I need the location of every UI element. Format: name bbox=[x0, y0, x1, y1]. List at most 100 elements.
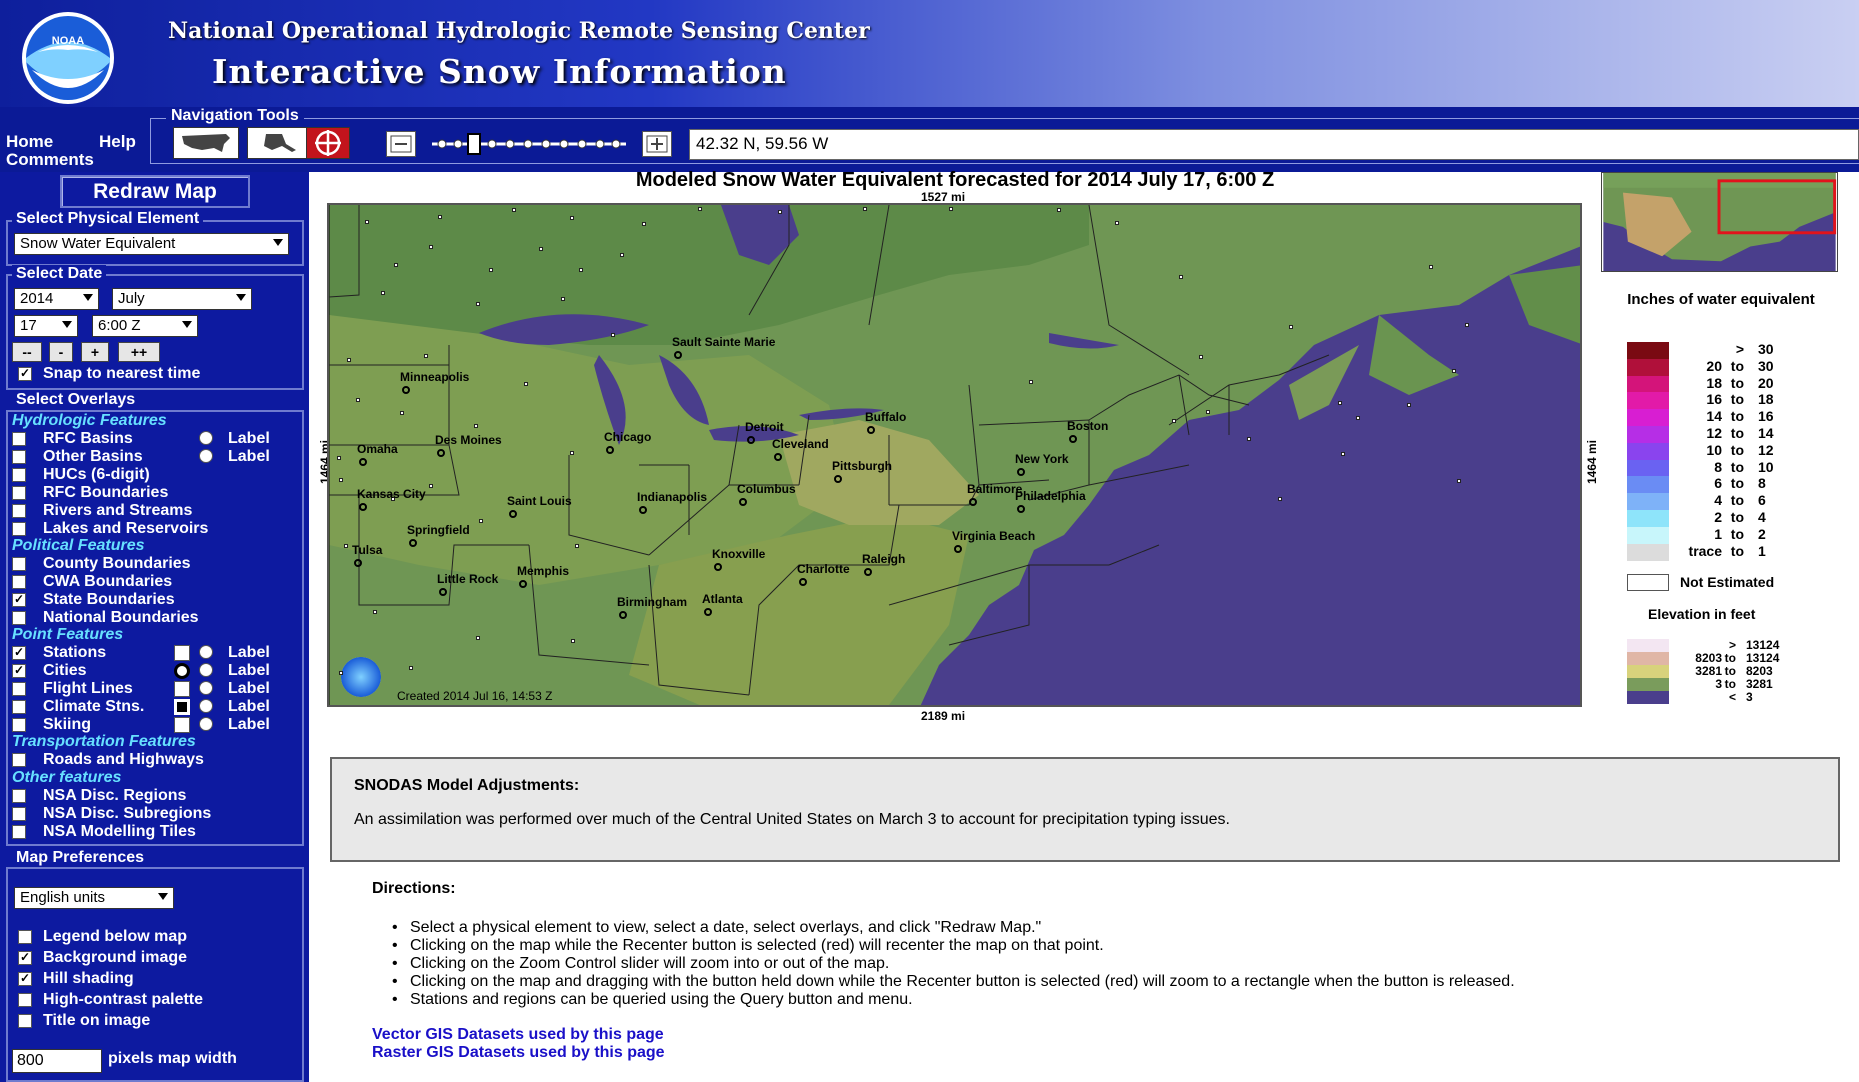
station-marker[interactable] bbox=[1029, 380, 1033, 384]
station-marker[interactable] bbox=[429, 245, 433, 249]
station-marker[interactable] bbox=[949, 207, 953, 211]
date-back-button[interactable]: - bbox=[49, 342, 73, 362]
city-marker[interactable] bbox=[774, 453, 782, 461]
raster-gis-link[interactable]: Raster GIS Datasets used by this page bbox=[372, 1044, 665, 1062]
station-marker[interactable] bbox=[1179, 275, 1183, 279]
station-marker[interactable] bbox=[1115, 221, 1119, 225]
city-marker[interactable] bbox=[799, 578, 807, 586]
station-marker[interactable] bbox=[373, 610, 377, 614]
national-boundaries-checkbox[interactable] bbox=[12, 611, 26, 625]
city-marker[interactable] bbox=[1017, 505, 1025, 513]
station-marker[interactable] bbox=[561, 297, 565, 301]
climate-stations-label-radio[interactable] bbox=[199, 699, 213, 713]
station-marker[interactable] bbox=[571, 639, 575, 643]
zoom-in-button[interactable] bbox=[642, 131, 672, 157]
rfc-basins-checkbox[interactable] bbox=[12, 432, 26, 446]
nsa-regions-checkbox[interactable] bbox=[12, 789, 26, 803]
alaska-view-button[interactable] bbox=[247, 127, 313, 159]
station-marker[interactable] bbox=[1452, 369, 1456, 373]
flight-lines-label-radio[interactable] bbox=[199, 681, 213, 695]
station-marker[interactable] bbox=[344, 544, 348, 548]
city-marker[interactable] bbox=[739, 498, 747, 506]
station-marker[interactable] bbox=[1341, 452, 1345, 456]
station-marker[interactable] bbox=[381, 291, 385, 295]
station-marker[interactable] bbox=[512, 208, 516, 212]
city-marker[interactable] bbox=[834, 475, 842, 483]
locator-inset-map[interactable] bbox=[1601, 172, 1838, 272]
city-marker[interactable] bbox=[969, 498, 977, 506]
station-marker[interactable] bbox=[579, 268, 583, 272]
station-marker[interactable] bbox=[1172, 419, 1176, 423]
nsa-subregions-checkbox[interactable] bbox=[12, 807, 26, 821]
station-marker[interactable] bbox=[1429, 265, 1433, 269]
city-marker[interactable] bbox=[864, 568, 872, 576]
station-marker[interactable] bbox=[698, 207, 702, 211]
station-marker[interactable] bbox=[1338, 401, 1342, 405]
roads-checkbox[interactable] bbox=[12, 753, 26, 767]
station-marker[interactable] bbox=[1057, 208, 1061, 212]
city-marker[interactable] bbox=[954, 545, 962, 553]
station-marker[interactable] bbox=[347, 358, 351, 362]
skiing-checkbox[interactable] bbox=[12, 718, 26, 732]
nsa-tiles-checkbox[interactable] bbox=[12, 825, 26, 839]
legend-below-map-checkbox[interactable] bbox=[18, 930, 32, 944]
city-marker[interactable] bbox=[674, 351, 682, 359]
redraw-map-button[interactable]: Redraw Map bbox=[60, 175, 250, 208]
city-marker[interactable] bbox=[606, 446, 614, 454]
station-marker[interactable] bbox=[409, 666, 413, 670]
station-marker[interactable] bbox=[337, 456, 341, 460]
station-marker[interactable] bbox=[476, 636, 480, 640]
year-select[interactable]: 2014 bbox=[14, 288, 99, 310]
hucs-checkbox[interactable] bbox=[12, 468, 26, 482]
cities-label-radio[interactable] bbox=[199, 663, 213, 677]
zoom-slider[interactable] bbox=[428, 131, 630, 157]
recenter-button[interactable] bbox=[306, 127, 350, 159]
station-marker[interactable] bbox=[429, 484, 433, 488]
station-marker[interactable] bbox=[394, 263, 398, 267]
city-marker[interactable] bbox=[409, 539, 417, 547]
station-marker[interactable] bbox=[1289, 325, 1293, 329]
city-marker[interactable] bbox=[639, 506, 647, 514]
station-marker[interactable] bbox=[1407, 403, 1411, 407]
nav-comments-link[interactable]: Comments bbox=[6, 150, 94, 170]
city-marker[interactable] bbox=[509, 510, 517, 518]
cwa-boundaries-checkbox[interactable] bbox=[12, 575, 26, 589]
rfc-boundaries-checkbox[interactable] bbox=[12, 486, 26, 500]
city-marker[interactable] bbox=[1069, 435, 1077, 443]
rfc-basins-label-radio[interactable] bbox=[199, 431, 213, 445]
snap-checkbox[interactable]: ✓ bbox=[18, 367, 32, 381]
station-marker[interactable] bbox=[524, 382, 528, 386]
date-back-far-button[interactable]: -- bbox=[12, 342, 42, 362]
city-marker[interactable] bbox=[1017, 468, 1025, 476]
month-select[interactable]: July bbox=[112, 288, 252, 310]
city-marker[interactable] bbox=[439, 588, 447, 596]
other-basins-label-radio[interactable] bbox=[199, 449, 213, 463]
station-marker[interactable] bbox=[339, 478, 343, 482]
station-marker[interactable] bbox=[575, 544, 579, 548]
city-marker[interactable] bbox=[704, 608, 712, 616]
station-marker[interactable] bbox=[778, 210, 782, 214]
station-marker[interactable] bbox=[1457, 479, 1461, 483]
station-marker[interactable] bbox=[620, 253, 624, 257]
city-marker[interactable] bbox=[714, 563, 722, 571]
background-image-checkbox[interactable]: ✓ bbox=[18, 951, 32, 965]
map-width-input[interactable] bbox=[12, 1049, 102, 1073]
station-marker[interactable] bbox=[570, 451, 574, 455]
station-marker[interactable] bbox=[489, 268, 493, 272]
station-marker[interactable] bbox=[365, 220, 369, 224]
station-marker[interactable] bbox=[1199, 355, 1203, 359]
other-basins-checkbox[interactable] bbox=[12, 450, 26, 464]
zoom-out-button[interactable] bbox=[386, 131, 416, 157]
station-marker[interactable] bbox=[539, 247, 543, 251]
climate-stations-checkbox[interactable] bbox=[12, 700, 26, 714]
station-marker[interactable] bbox=[570, 216, 574, 220]
flight-lines-checkbox[interactable] bbox=[12, 682, 26, 696]
station-marker[interactable] bbox=[400, 411, 404, 415]
city-marker[interactable] bbox=[402, 386, 410, 394]
conus-view-button[interactable] bbox=[173, 127, 239, 159]
state-boundaries-checkbox[interactable]: ✓ bbox=[12, 593, 26, 607]
snow-map-image[interactable]: Created 2014 Jul 16, 14:53 Z Sault Saint… bbox=[327, 203, 1582, 707]
station-marker[interactable] bbox=[476, 302, 480, 306]
nav-help-link[interactable]: Help bbox=[99, 132, 136, 152]
station-marker[interactable] bbox=[438, 215, 442, 219]
